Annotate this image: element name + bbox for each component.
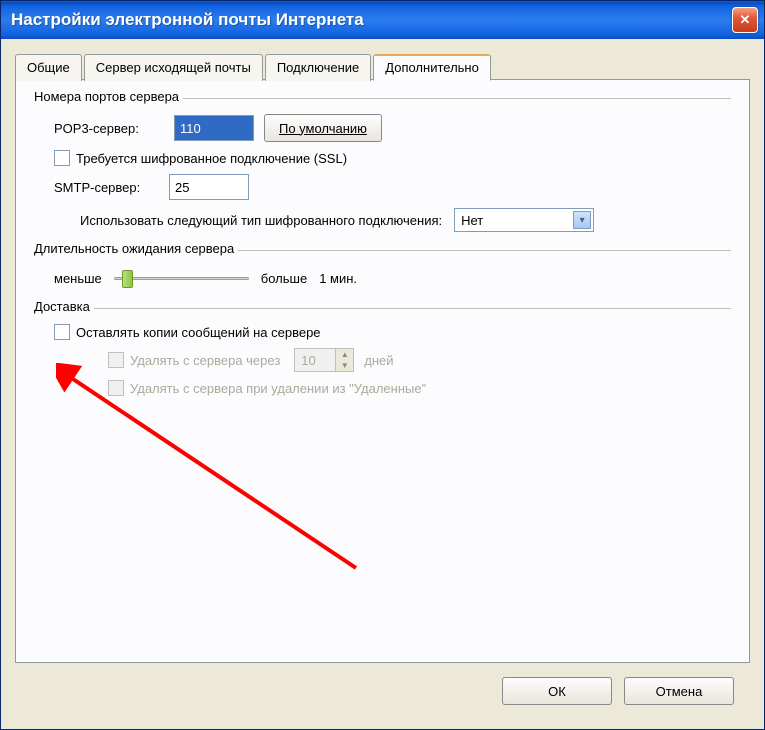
delete-on-trash-checkbox xyxy=(108,380,124,396)
encryption-type-value: Нет xyxy=(461,213,483,228)
dialog-footer: ОК Отмена xyxy=(15,663,750,715)
settings-window: Настройки электронной почты Интернета ✕ … xyxy=(0,0,765,730)
spin-down-icon: ▼ xyxy=(336,360,353,371)
pop3-port-input[interactable] xyxy=(174,115,254,141)
delete-after-checkbox xyxy=(108,352,124,368)
timeout-slider[interactable] xyxy=(114,266,249,290)
group-delivery: Доставка Оставлять копии сообщений на се… xyxy=(34,308,731,396)
window-title: Настройки электронной почты Интернета xyxy=(11,10,364,30)
tab-advanced[interactable]: Дополнительно xyxy=(373,54,491,81)
group-server-ports: Номера портов сервера POP3-сервер: По ум… xyxy=(34,98,731,232)
pop3-ssl-label: Требуется шифрованное подключение (SSL) xyxy=(76,151,347,166)
smtp-label: SMTP-сервер: xyxy=(54,180,159,195)
cancel-button[interactable]: Отмена xyxy=(624,677,734,705)
delete-after-days-value: 10 xyxy=(295,349,335,371)
tab-panel-advanced: Номера портов сервера POP3-сервер: По ум… xyxy=(15,79,750,663)
timeout-less-label: меньше xyxy=(54,271,102,286)
pop3-ssl-checkbox[interactable] xyxy=(54,150,70,166)
group-timeout-legend: Длительность ожидания сервера xyxy=(34,241,238,256)
leave-copy-checkbox[interactable] xyxy=(54,324,70,340)
timeout-more-label: больше xyxy=(261,271,307,286)
delete-after-days-spinner: 10 ▲ ▼ xyxy=(294,348,354,372)
tab-connection[interactable]: Подключение xyxy=(265,54,371,81)
default-ports-button[interactable]: По умолчанию xyxy=(264,114,382,142)
encryption-type-select[interactable]: Нет ▾ xyxy=(454,208,594,232)
smtp-port-input[interactable] xyxy=(169,174,249,200)
timeout-value: 1 мин. xyxy=(319,271,357,286)
encryption-type-label: Использовать следующий тип шифрованного … xyxy=(80,213,442,228)
close-button[interactable]: ✕ xyxy=(732,7,758,33)
client-area: Общие Сервер исходящей почты Подключение… xyxy=(1,39,764,729)
leave-copy-label: Оставлять копии сообщений на сервере xyxy=(76,325,321,340)
group-delivery-legend: Доставка xyxy=(34,299,94,314)
titlebar: Настройки электронной почты Интернета ✕ xyxy=(1,1,764,39)
spin-up-icon: ▲ xyxy=(336,349,353,360)
days-unit-label: дней xyxy=(364,353,393,368)
group-timeout: Длительность ожидания сервера меньше бол… xyxy=(34,250,731,290)
close-icon: ✕ xyxy=(740,12,751,28)
tab-general[interactable]: Общие xyxy=(15,54,82,81)
ok-button[interactable]: ОК xyxy=(502,677,612,705)
tab-strip: Общие Сервер исходящей почты Подключение… xyxy=(15,53,750,80)
tab-outgoing-server[interactable]: Сервер исходящей почты xyxy=(84,54,263,81)
pop3-label: POP3-сервер: xyxy=(54,121,164,136)
group-server-ports-legend: Номера портов сервера xyxy=(34,89,183,104)
slider-track xyxy=(114,277,249,280)
slider-thumb[interactable] xyxy=(122,270,133,288)
delete-after-label: Удалять с сервера через xyxy=(130,353,280,368)
delete-on-trash-label: Удалять с сервера при удалении из "Удале… xyxy=(130,381,426,396)
divider xyxy=(34,308,731,309)
chevron-down-icon: ▾ xyxy=(573,211,591,229)
